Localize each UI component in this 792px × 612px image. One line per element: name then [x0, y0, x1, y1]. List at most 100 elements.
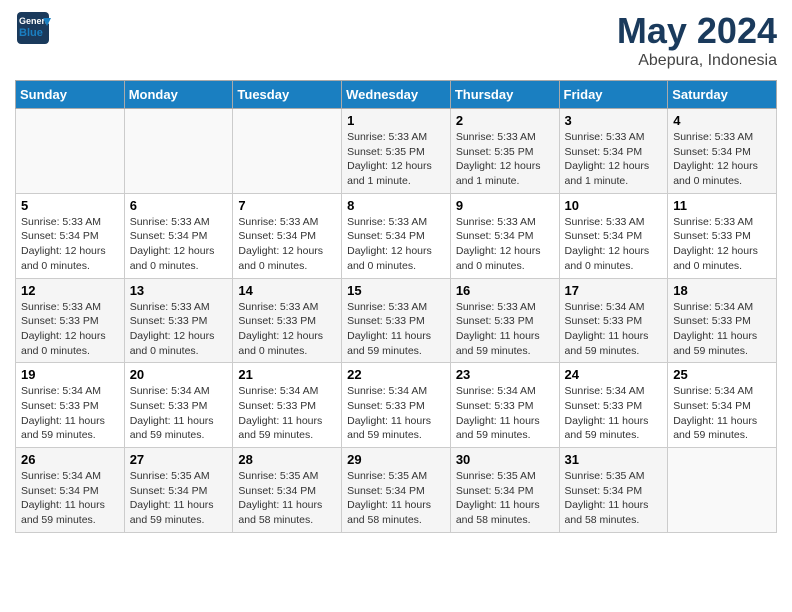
calendar-cell: 4 Sunrise: 5:33 AM Sunset: 5:34 PM Daylig…	[668, 109, 777, 194]
calendar-cell: 23Sunrise: 5:34 AM Sunset: 5:33 PM Dayli…	[450, 363, 559, 448]
calendar-cell: 7 Sunrise: 5:33 AM Sunset: 5:34 PM Daylig…	[233, 193, 342, 278]
calendar-cell: 17Sunrise: 5:34 AM Sunset: 5:33 PM Dayli…	[559, 278, 668, 363]
calendar-cell: 19 Sunrise: 5:34 AM Sunset: 5:33 PM Dayli…	[16, 363, 125, 448]
day-info: Sunrise: 5:34 AM Sunset: 5:33 PM Dayligh…	[565, 300, 663, 359]
calendar-cell: 18Sunrise: 5:34 AM Sunset: 5:33 PM Dayli…	[668, 278, 777, 363]
day-info: Sunrise: 5:34 AM Sunset: 5:34 PM Dayligh…	[21, 469, 119, 528]
svg-text:Blue: Blue	[19, 27, 43, 39]
calendar-cell: 14Sunrise: 5:33 AM Sunset: 5:33 PM Dayli…	[233, 278, 342, 363]
calendar-cell: 21 Sunrise: 5:34 AM Sunset: 5:33 PM Dayli…	[233, 363, 342, 448]
day-number: 25	[673, 367, 771, 382]
calendar-cell	[668, 448, 777, 533]
day-number: 12	[21, 283, 119, 298]
day-number: 19	[21, 367, 119, 382]
month-title: May 2024	[617, 10, 777, 52]
day-number: 29	[347, 452, 445, 467]
day-number: 30	[456, 452, 554, 467]
day-number: 2	[456, 113, 554, 128]
day-info: Sunrise: 5:33 AM Sunset: 5:34 PM Dayligh…	[565, 215, 663, 274]
day-info: Sunrise: 5:33 AM Sunset: 5:34 PM Dayligh…	[565, 130, 663, 189]
calendar-week-3: 12 Sunrise: 5:33 AM Sunset: 5:33 PM Dayli…	[16, 278, 777, 363]
calendar-cell: 9 Sunrise: 5:33 AM Sunset: 5:34 PM Daylig…	[450, 193, 559, 278]
weekday-header-monday: Monday	[124, 81, 233, 109]
day-number: 31	[565, 452, 663, 467]
calendar-cell: 29 Sunrise: 5:35 AM Sunset: 5:34 PM Dayli…	[342, 448, 451, 533]
calendar-table: SundayMondayTuesdayWednesdayThursdayFrid…	[15, 80, 777, 533]
day-number: 27	[130, 452, 228, 467]
calendar-cell: 11 Sunrise: 5:33 AM Sunset: 5:33 PM Dayli…	[668, 193, 777, 278]
day-number: 7	[238, 198, 336, 213]
day-info: Sunrise: 5:34 AM Sunset: 5:33 PM Dayligh…	[238, 384, 336, 443]
calendar-cell: 25 Sunrise: 5:34 AM Sunset: 5:34 PM Dayli…	[668, 363, 777, 448]
day-number: 21	[238, 367, 336, 382]
day-number: 4	[673, 113, 771, 128]
day-info: Sunrise: 5:33 AM Sunset: 5:34 PM Dayligh…	[21, 215, 119, 274]
calendar-cell: 6 Sunrise: 5:33 AM Sunset: 5:34 PM Daylig…	[124, 193, 233, 278]
weekday-header-saturday: Saturday	[668, 81, 777, 109]
weekday-header-row: SundayMondayTuesdayWednesdayThursdayFrid…	[16, 81, 777, 109]
weekday-header-thursday: Thursday	[450, 81, 559, 109]
calendar-cell: 26Sunrise: 5:34 AM Sunset: 5:34 PM Dayli…	[16, 448, 125, 533]
day-info: Sunrise: 5:35 AM Sunset: 5:34 PM Dayligh…	[456, 469, 554, 528]
calendar-cell: 8Sunrise: 5:33 AM Sunset: 5:34 PM Daylig…	[342, 193, 451, 278]
day-number: 22	[347, 367, 445, 382]
day-info: Sunrise: 5:33 AM Sunset: 5:35 PM Dayligh…	[347, 130, 445, 189]
calendar-cell: 28 Sunrise: 5:35 AM Sunset: 5:34 PM Dayli…	[233, 448, 342, 533]
day-number: 28	[238, 452, 336, 467]
calendar-cell: 5 Sunrise: 5:33 AM Sunset: 5:34 PM Daylig…	[16, 193, 125, 278]
day-info: Sunrise: 5:33 AM Sunset: 5:33 PM Dayligh…	[21, 300, 119, 359]
day-number: 23	[456, 367, 554, 382]
day-info: Sunrise: 5:34 AM Sunset: 5:33 PM Dayligh…	[347, 384, 445, 443]
calendar-cell: 12 Sunrise: 5:33 AM Sunset: 5:33 PM Dayli…	[16, 278, 125, 363]
day-info: Sunrise: 5:34 AM Sunset: 5:33 PM Dayligh…	[130, 384, 228, 443]
day-info: Sunrise: 5:33 AM Sunset: 5:33 PM Dayligh…	[673, 215, 771, 274]
day-info: Sunrise: 5:33 AM Sunset: 5:33 PM Dayligh…	[347, 300, 445, 359]
day-number: 6	[130, 198, 228, 213]
calendar-cell: 3 Sunrise: 5:33 AM Sunset: 5:34 PM Daylig…	[559, 109, 668, 194]
day-info: Sunrise: 5:35 AM Sunset: 5:34 PM Dayligh…	[130, 469, 228, 528]
calendar-week-5: 26Sunrise: 5:34 AM Sunset: 5:34 PM Dayli…	[16, 448, 777, 533]
title-block: May 2024 Abepura, Indonesia	[617, 10, 777, 70]
calendar-week-4: 19 Sunrise: 5:34 AM Sunset: 5:33 PM Dayli…	[16, 363, 777, 448]
calendar-cell: 20 Sunrise: 5:34 AM Sunset: 5:33 PM Dayli…	[124, 363, 233, 448]
calendar-cell: 10 Sunrise: 5:33 AM Sunset: 5:34 PM Dayli…	[559, 193, 668, 278]
day-number: 13	[130, 283, 228, 298]
day-info: Sunrise: 5:33 AM Sunset: 5:33 PM Dayligh…	[238, 300, 336, 359]
day-number: 9	[456, 198, 554, 213]
calendar-week-2: 5 Sunrise: 5:33 AM Sunset: 5:34 PM Daylig…	[16, 193, 777, 278]
day-number: 18	[673, 283, 771, 298]
calendar-cell: 27 Sunrise: 5:35 AM Sunset: 5:34 PM Dayli…	[124, 448, 233, 533]
day-number: 15	[347, 283, 445, 298]
weekday-header-friday: Friday	[559, 81, 668, 109]
day-info: Sunrise: 5:33 AM Sunset: 5:34 PM Dayligh…	[456, 215, 554, 274]
calendar-cell: 13 Sunrise: 5:33 AM Sunset: 5:33 PM Dayli…	[124, 278, 233, 363]
day-number: 11	[673, 198, 771, 213]
day-info: Sunrise: 5:35 AM Sunset: 5:34 PM Dayligh…	[347, 469, 445, 528]
day-number: 5	[21, 198, 119, 213]
calendar-cell: 1Sunrise: 5:33 AM Sunset: 5:35 PM Daylig…	[342, 109, 451, 194]
day-info: Sunrise: 5:33 AM Sunset: 5:33 PM Dayligh…	[456, 300, 554, 359]
weekday-header-wednesday: Wednesday	[342, 81, 451, 109]
calendar-cell: 31Sunrise: 5:35 AM Sunset: 5:34 PM Dayli…	[559, 448, 668, 533]
day-number: 16	[456, 283, 554, 298]
day-number: 20	[130, 367, 228, 382]
day-info: Sunrise: 5:33 AM Sunset: 5:34 PM Dayligh…	[238, 215, 336, 274]
day-info: Sunrise: 5:33 AM Sunset: 5:35 PM Dayligh…	[456, 130, 554, 189]
location: Abepura, Indonesia	[617, 52, 777, 70]
day-info: Sunrise: 5:34 AM Sunset: 5:34 PM Dayligh…	[673, 384, 771, 443]
day-number: 24	[565, 367, 663, 382]
page-container: General Blue May 2024 Abepura, Indonesia…	[0, 0, 792, 543]
calendar-cell: 30 Sunrise: 5:35 AM Sunset: 5:34 PM Dayli…	[450, 448, 559, 533]
day-number: 10	[565, 198, 663, 213]
day-info: Sunrise: 5:35 AM Sunset: 5:34 PM Dayligh…	[238, 469, 336, 528]
day-number: 3	[565, 113, 663, 128]
header: General Blue May 2024 Abepura, Indonesia	[15, 10, 777, 70]
day-info: Sunrise: 5:33 AM Sunset: 5:34 PM Dayligh…	[130, 215, 228, 274]
day-info: Sunrise: 5:33 AM Sunset: 5:34 PM Dayligh…	[673, 130, 771, 189]
day-info: Sunrise: 5:33 AM Sunset: 5:33 PM Dayligh…	[130, 300, 228, 359]
calendar-cell	[233, 109, 342, 194]
calendar-body: 1Sunrise: 5:33 AM Sunset: 5:35 PM Daylig…	[16, 109, 777, 533]
calendar-cell	[16, 109, 125, 194]
day-info: Sunrise: 5:34 AM Sunset: 5:33 PM Dayligh…	[21, 384, 119, 443]
weekday-header-sunday: Sunday	[16, 81, 125, 109]
